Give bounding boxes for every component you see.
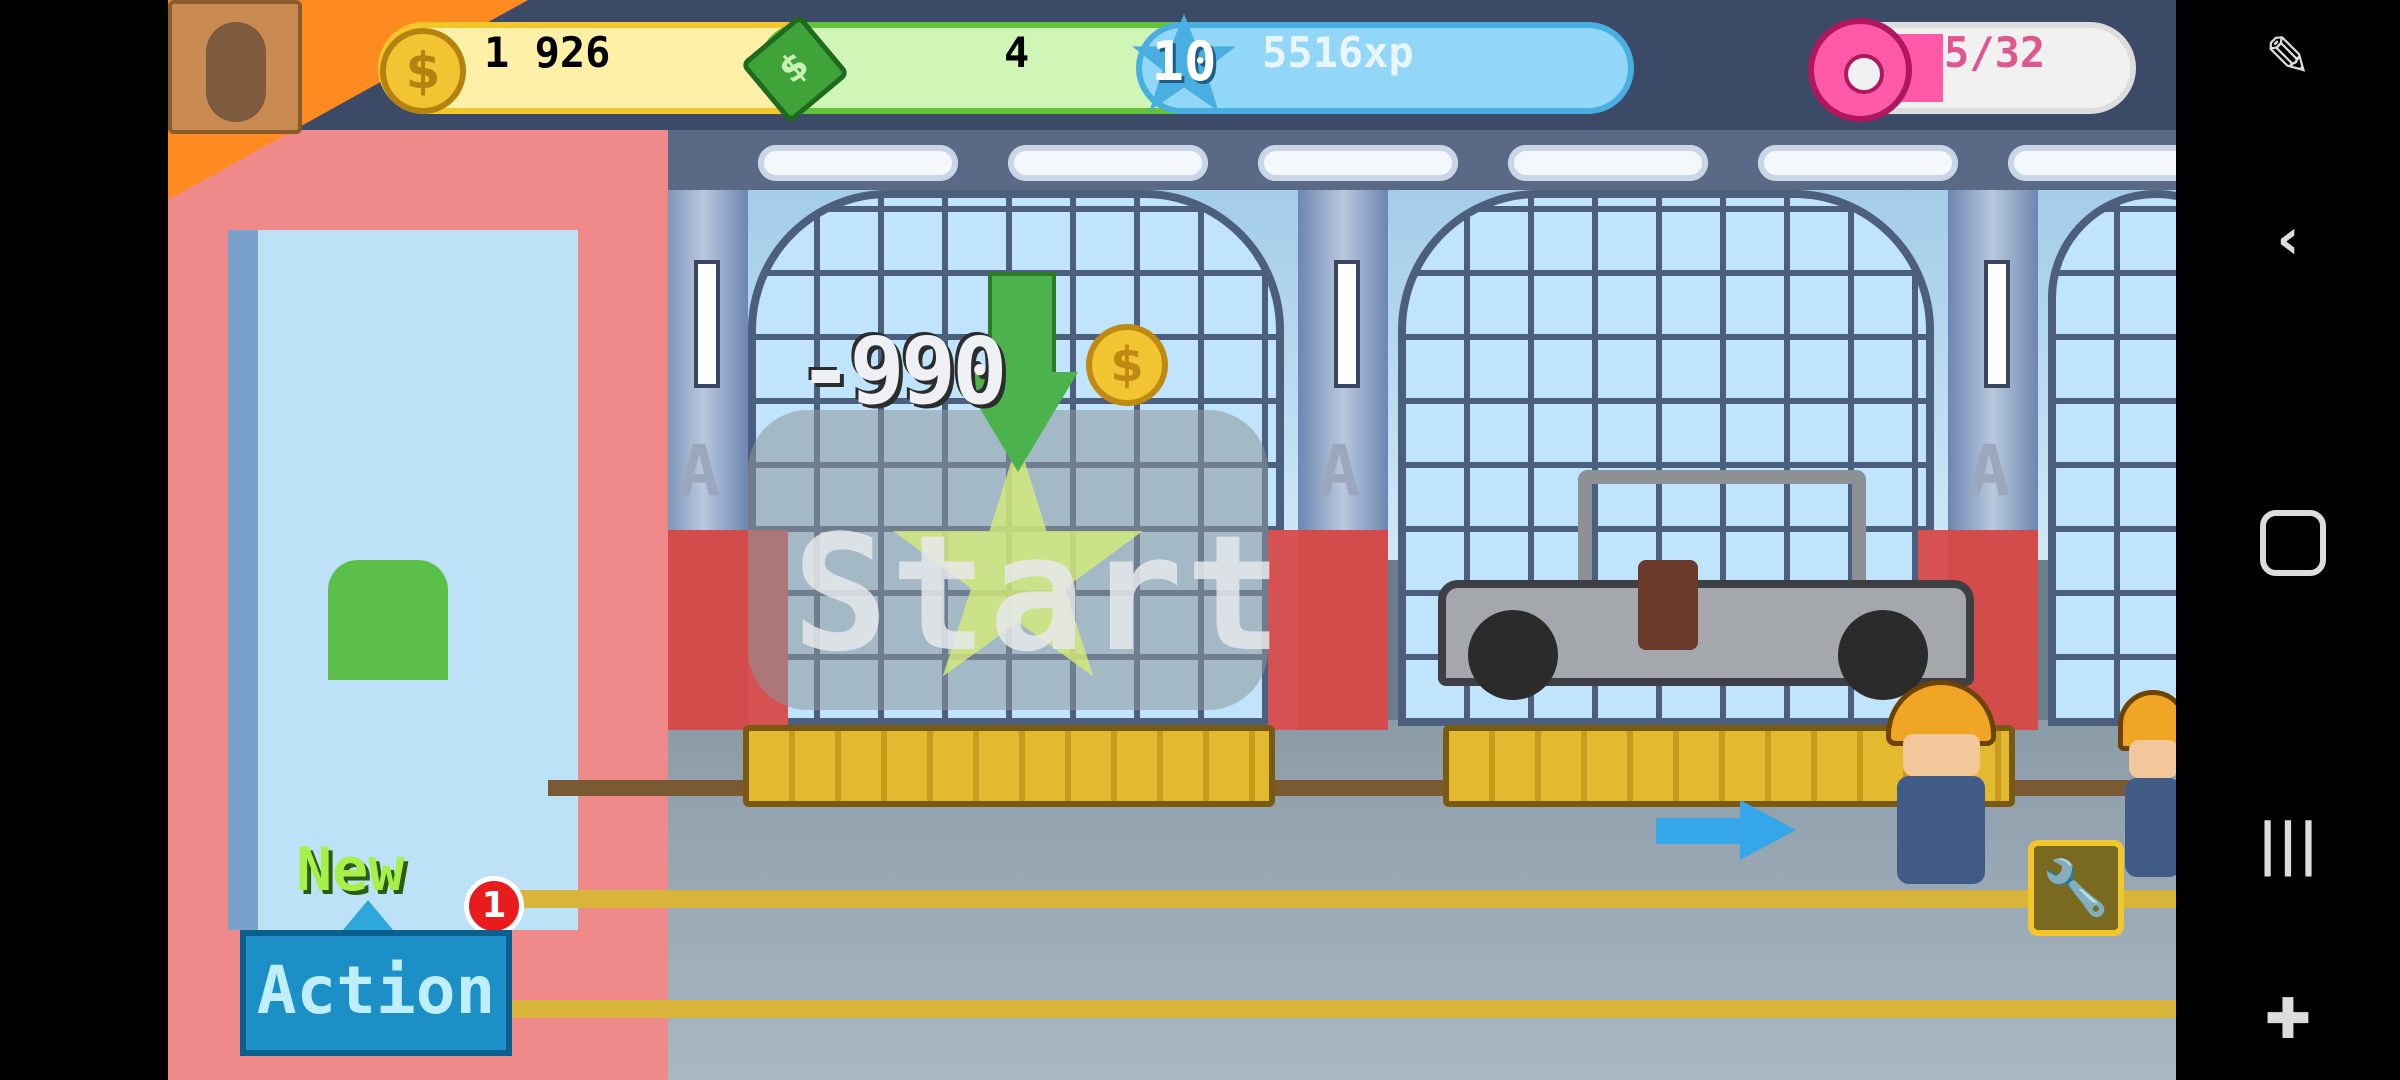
start-label[interactable]: Start	[748, 500, 1328, 687]
conveyor-cart-empty[interactable]	[743, 725, 1275, 807]
worker-character[interactable]	[1886, 680, 1996, 884]
conveyor-direction-arrow-icon	[1656, 800, 1796, 860]
level-value: 10	[1151, 30, 1217, 93]
recent-apps-icon[interactable]: |||	[2248, 805, 2328, 885]
donut-icon	[1808, 18, 1912, 122]
car-frame[interactable]	[1438, 470, 1974, 720]
player-avatar[interactable]	[168, 0, 302, 134]
ceiling-lamp	[758, 145, 958, 181]
ceiling-lamp	[2008, 145, 2176, 181]
floor-line	[508, 890, 2176, 908]
new-label: New	[296, 835, 405, 905]
action-button[interactable]: Action	[240, 930, 512, 1056]
gamepad-icon[interactable]: ✚	[2248, 980, 2328, 1060]
ceiling-lamp	[1258, 145, 1458, 181]
coin-icon: $	[380, 28, 466, 114]
floor-line	[508, 1000, 2176, 1018]
back-icon[interactable]: ‹	[2248, 200, 2328, 280]
coin-icon: $	[1086, 324, 1168, 406]
xp-value: 5516xp	[1262, 28, 1414, 77]
ceiling-lamp	[1758, 145, 1958, 181]
notification-badge: 1	[464, 876, 524, 936]
outside-bush	[328, 560, 448, 680]
screen-tool-icon[interactable]: ✎	[2248, 18, 2328, 98]
cash-value: 4	[1004, 28, 1030, 77]
wrench-button[interactable]: 🔧	[2028, 840, 2124, 936]
home-icon[interactable]	[2260, 510, 2326, 576]
start-cost: -990	[798, 318, 1008, 425]
ceiling-lamp	[1008, 145, 1208, 181]
system-nav-bar: ✎ ‹ ||| ✚	[2176, 0, 2400, 1080]
factory-window	[2048, 190, 2176, 726]
worker-character[interactable]	[2118, 690, 2176, 877]
coins-value: 1 926	[484, 28, 611, 77]
wall-pillar: A	[658, 190, 748, 730]
donut-value: 5/32	[1944, 28, 2046, 77]
game-viewport[interactable]: A A A Start -990 $ 🔧 1 926 $ 4 $ 5516xp …	[168, 0, 2176, 1080]
ceiling-lamp	[1508, 145, 1708, 181]
